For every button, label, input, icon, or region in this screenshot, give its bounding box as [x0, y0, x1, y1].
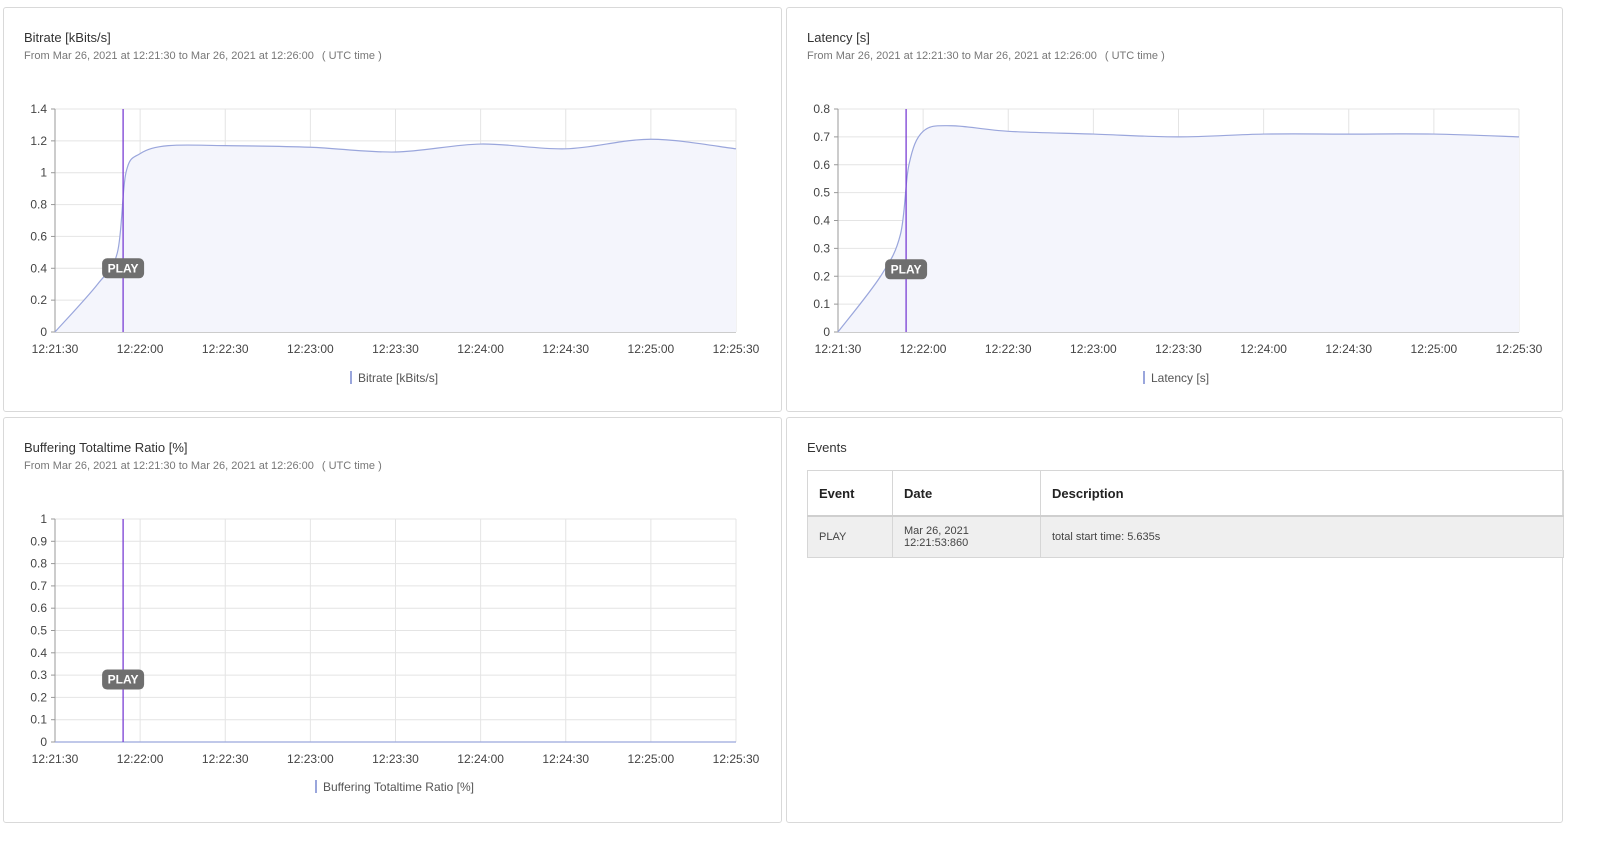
y-tick-label: 0.8 — [30, 198, 47, 212]
grid — [54, 518, 737, 743]
x-tick-label: 12:24:30 — [542, 342, 589, 356]
y-tick-label: 0.5 — [813, 186, 830, 200]
x-tick-label: 12:21:30 — [815, 342, 862, 356]
legend-swatch — [350, 371, 352, 385]
x-tick-label: 12:21:30 — [32, 752, 79, 766]
buffering-chart: 0 0.1 0.2 0.3 0.4 0.5 0.6 0.7 0.8 0.9 1 12:21:30 12:… — [30, 512, 760, 766]
event-cell: PLAY — [807, 515, 893, 558]
y-tick-label: 0.6 — [30, 601, 47, 615]
table-row[interactable]: PLAY Mar 26, 2021 12:21:53:860 total sta… — [807, 515, 1564, 558]
legend-swatch — [315, 780, 317, 794]
y-tick-label: 0.2 — [30, 293, 47, 307]
y-tick-label: 0.7 — [813, 130, 830, 144]
x-tick-label: 12:24:30 — [1325, 342, 1372, 356]
col-event[interactable]: Event — [807, 470, 893, 517]
x-tick-label: 12:21:30 — [32, 342, 79, 356]
x-tick-label: 12:23:00 — [1070, 342, 1117, 356]
y-tick-label: 0 — [40, 325, 47, 339]
buffering-panel: Buffering Totaltime Ratio [%] From Mar 2… — [3, 417, 782, 823]
y-tick-label: 0.1 — [813, 297, 830, 311]
latency-legend-label: Latency [s] — [1151, 370, 1210, 385]
y-tick-label: 0 — [40, 735, 47, 749]
play-marker-label: PLAY — [108, 673, 139, 687]
x-tick-label: 12:24:00 — [457, 752, 504, 766]
date-cell: Mar 26, 2021 12:21:53:860 — [892, 515, 1041, 558]
x-tick-label: 12:25:30 — [713, 342, 760, 356]
x-tick-label: 12:22:30 — [202, 342, 249, 356]
x-tick-label: 12:23:30 — [372, 752, 419, 766]
play-marker-label: PLAY — [891, 262, 922, 276]
x-tick-label: 12:22:30 — [202, 752, 249, 766]
y-tick-label: 0 — [823, 325, 830, 339]
y-tick-label: 0.4 — [813, 214, 830, 228]
x-tick-label: 12:22:00 — [117, 752, 164, 766]
x-tick-label: 12:25:30 — [713, 752, 760, 766]
latency-chart: 0 0.1 0.2 0.3 0.4 0.5 0.6 0.7 0.8 12:21:30 12:22:0… — [813, 102, 1543, 356]
x-tick-label: 12:25:00 — [628, 752, 675, 766]
x-tick-label: 12:23:00 — [287, 752, 334, 766]
y-tick-label: 0.2 — [813, 269, 830, 283]
bitrate-chart: 0 0.2 0.4 0.6 0.8 1 1.2 1.4 12:21:30 12:22:00 12:2… — [30, 102, 760, 356]
x-tick-label: 12:24:30 — [542, 752, 589, 766]
x-tick-label: 12:25:00 — [1411, 342, 1458, 356]
bitrate-legend-label: Bitrate [kBits/s] — [358, 370, 439, 385]
y-tick-label: 0.7 — [30, 579, 47, 593]
x-tick-label: 12:22:00 — [900, 342, 947, 356]
x-tick-label: 12:23:00 — [287, 342, 334, 356]
y-tick-label: 1 — [40, 512, 47, 526]
series-area — [838, 125, 1519, 333]
y-tick-label: 0.2 — [30, 690, 47, 704]
x-tick-label: 12:24:00 — [457, 342, 504, 356]
x-tick-label: 12:25:30 — [1496, 342, 1543, 356]
x-tick-label: 12:22:30 — [985, 342, 1032, 356]
y-tick-label: 0.8 — [30, 557, 47, 571]
play-marker-label: PLAY — [108, 261, 139, 275]
series-area — [55, 139, 736, 332]
col-date[interactable]: Date — [892, 470, 1041, 517]
col-description[interactable]: Description — [1040, 470, 1564, 517]
bitrate-legend[interactable]: Bitrate [kBits/s] — [350, 370, 438, 385]
y-tick-label: 1.4 — [30, 102, 47, 116]
x-tick-label: 12:25:00 — [628, 342, 675, 356]
x-tick-label: 12:22:00 — [117, 342, 164, 356]
y-tick-label: 0.3 — [30, 668, 47, 682]
legend-swatch — [1143, 371, 1145, 385]
x-tick-label: 12:23:30 — [1155, 342, 1202, 356]
y-tick-label: 0.9 — [30, 534, 47, 548]
buffering-legend-label: Buffering Totaltime Ratio [%] — [323, 779, 474, 794]
latency-legend[interactable]: Latency [s] — [1143, 370, 1209, 385]
events-header-row: Event Date Description — [807, 470, 1564, 517]
description-cell: total start time: 5.635s — [1040, 515, 1564, 558]
bitrate-panel: Bitrate [kBits/s] From Mar 26, 2021 at 1… — [3, 7, 782, 412]
x-tick-label: 12:23:30 — [372, 342, 419, 356]
y-tick-label: 0.4 — [30, 646, 47, 660]
buffering-legend[interactable]: Buffering Totaltime Ratio [%] — [315, 779, 474, 794]
y-tick-label: 1.2 — [30, 134, 47, 148]
y-tick-label: 0.5 — [30, 624, 47, 638]
events-title: Events — [807, 440, 847, 455]
y-tick-label: 1 — [40, 166, 47, 180]
events-panel: Events Event Date Description PLAY Mar 2… — [786, 417, 1564, 823]
y-tick-label: 0.3 — [813, 241, 830, 255]
y-tick-label: 0.6 — [30, 229, 47, 243]
y-tick-label: 0.4 — [30, 261, 47, 275]
y-tick-label: 0.6 — [813, 158, 830, 172]
x-tick-label: 12:24:00 — [1240, 342, 1287, 356]
latency-panel: Latency [s] From Mar 26, 2021 at 12:21:3… — [786, 7, 1563, 412]
events-table: Event Date Description PLAY Mar 26, 2021… — [807, 470, 1564, 558]
y-tick-label: 0.8 — [813, 102, 830, 116]
y-tick-label: 0.1 — [30, 713, 47, 727]
